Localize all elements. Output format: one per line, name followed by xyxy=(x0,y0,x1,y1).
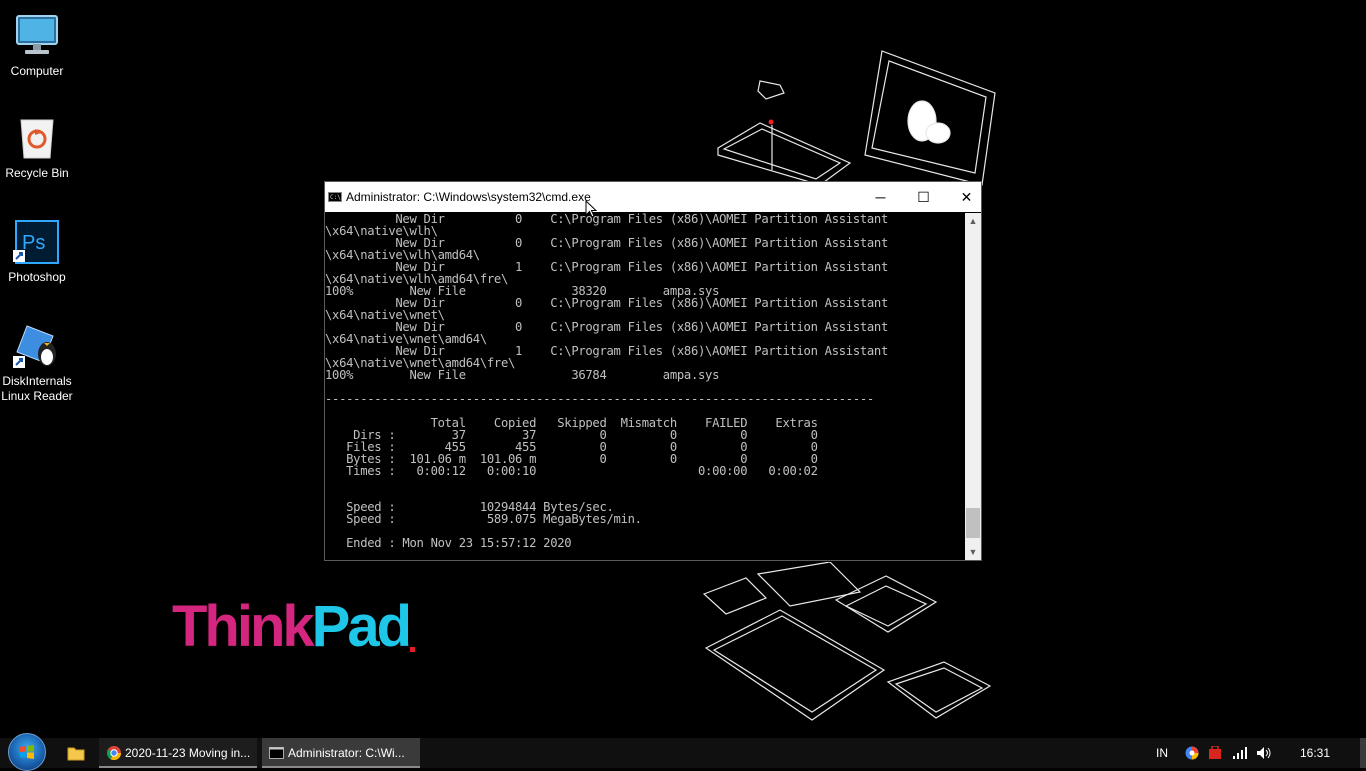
desktop-icon-computer[interactable]: Computer xyxy=(0,12,74,79)
recycle-bin-icon xyxy=(13,114,61,162)
svg-text:Ps: Ps xyxy=(22,232,45,254)
scroll-up-arrow-icon[interactable]: ▲ xyxy=(965,213,981,229)
desktop-icon-label-line1: DiskInternals xyxy=(2,374,72,388)
windows-logo-icon xyxy=(20,745,34,759)
start-button[interactable] xyxy=(8,733,46,771)
taskbar-explorer-button[interactable] xyxy=(60,738,92,768)
scroll-thumb[interactable] xyxy=(966,508,980,538)
wallpaper-components-art xyxy=(702,562,992,721)
cmd-output-line: ----------------------------------------… xyxy=(325,392,874,406)
cmd-output-line: 100% New File 36784 ampa.sys xyxy=(325,368,720,382)
google-photos-tray-icon[interactable] xyxy=(1184,746,1200,760)
taskbar-chrome-label: 2020-11-23 Moving in... xyxy=(125,746,251,760)
cmd-icon xyxy=(328,183,342,213)
cmd-titlebar[interactable]: Administrator: C:\Windows\system32\cmd.e… xyxy=(325,182,981,213)
desktop-icon-label: Photoshop xyxy=(8,270,66,284)
thinkpad-logo: ThinkPad xyxy=(172,594,416,659)
computer-icon xyxy=(13,12,61,60)
taskbar-cmd-button[interactable]: Administrator: C:\Wi... xyxy=(262,738,420,768)
mouse-cursor-icon xyxy=(585,200,597,218)
cmd-scrollbar[interactable]: ▲ ▼ xyxy=(965,213,981,560)
close-button[interactable]: ✕ xyxy=(945,182,988,212)
clock[interactable]: 16:31 xyxy=(1300,738,1330,768)
folder-icon xyxy=(67,747,85,761)
photoshop-icon: Ps xyxy=(13,218,61,266)
desktop-icon-label: Computer xyxy=(10,64,64,78)
scroll-down-arrow-icon[interactable]: ▼ xyxy=(965,544,981,560)
desktop-icon-label: Recycle Bin xyxy=(5,166,69,180)
volume-icon[interactable] xyxy=(1256,746,1272,760)
wallpaper-laptop-art xyxy=(717,50,996,186)
taskbar-cmd-label: Administrator: C:\Wi... xyxy=(288,746,405,760)
penguin-icon xyxy=(13,322,61,370)
thinkpad-logo-think: Think xyxy=(172,594,315,659)
show-desktop-button[interactable] xyxy=(1360,738,1366,768)
cmd-title: Administrator: C:\Windows\system32\cmd.e… xyxy=(346,190,591,204)
cmd-output-line: Ended : Mon Nov 23 15:57:12 2020 xyxy=(325,536,572,550)
desktop-icon-recycle-bin[interactable]: Recycle Bin xyxy=(0,114,74,181)
taskbar-chrome-button[interactable]: 2020-11-23 Moving in... xyxy=(99,738,257,768)
maximize-button[interactable]: ☐ xyxy=(902,182,945,212)
minimize-button[interactable]: ─ xyxy=(859,182,902,212)
thinkpad-logo-pad: Pad xyxy=(311,594,412,659)
cmd-taskbar-icon xyxy=(269,747,284,759)
network-signal-icon[interactable] xyxy=(1232,746,1248,760)
cmd-output-line xyxy=(325,477,966,489)
security-tray-icon[interactable] xyxy=(1208,746,1222,760)
thinkpad-logo-dot xyxy=(410,647,416,652)
chrome-icon xyxy=(107,746,121,760)
desktop-icon-photoshop[interactable]: Ps Photoshop xyxy=(0,218,74,285)
cmd-output[interactable]: New Dir 0 C:\Program Files (x86)\AOMEI P… xyxy=(325,213,966,560)
cmd-output-line: Speed : 589.075 MegaBytes/min. xyxy=(325,512,642,526)
desktop-icon-label-line2: Linux Reader xyxy=(1,389,73,403)
desktop-icon-diskinternals[interactable]: DiskInternals Linux Reader xyxy=(0,322,74,404)
cmd-window[interactable]: Administrator: C:\Windows\system32\cmd.e… xyxy=(324,181,982,561)
taskbar: 2020-11-23 Moving in... Administrator: C… xyxy=(0,733,1366,771)
language-indicator[interactable]: IN xyxy=(1156,738,1168,768)
cmd-output-line: Times : 0:00:12 0:00:10 0:00:00 0:00:02 xyxy=(325,464,818,478)
